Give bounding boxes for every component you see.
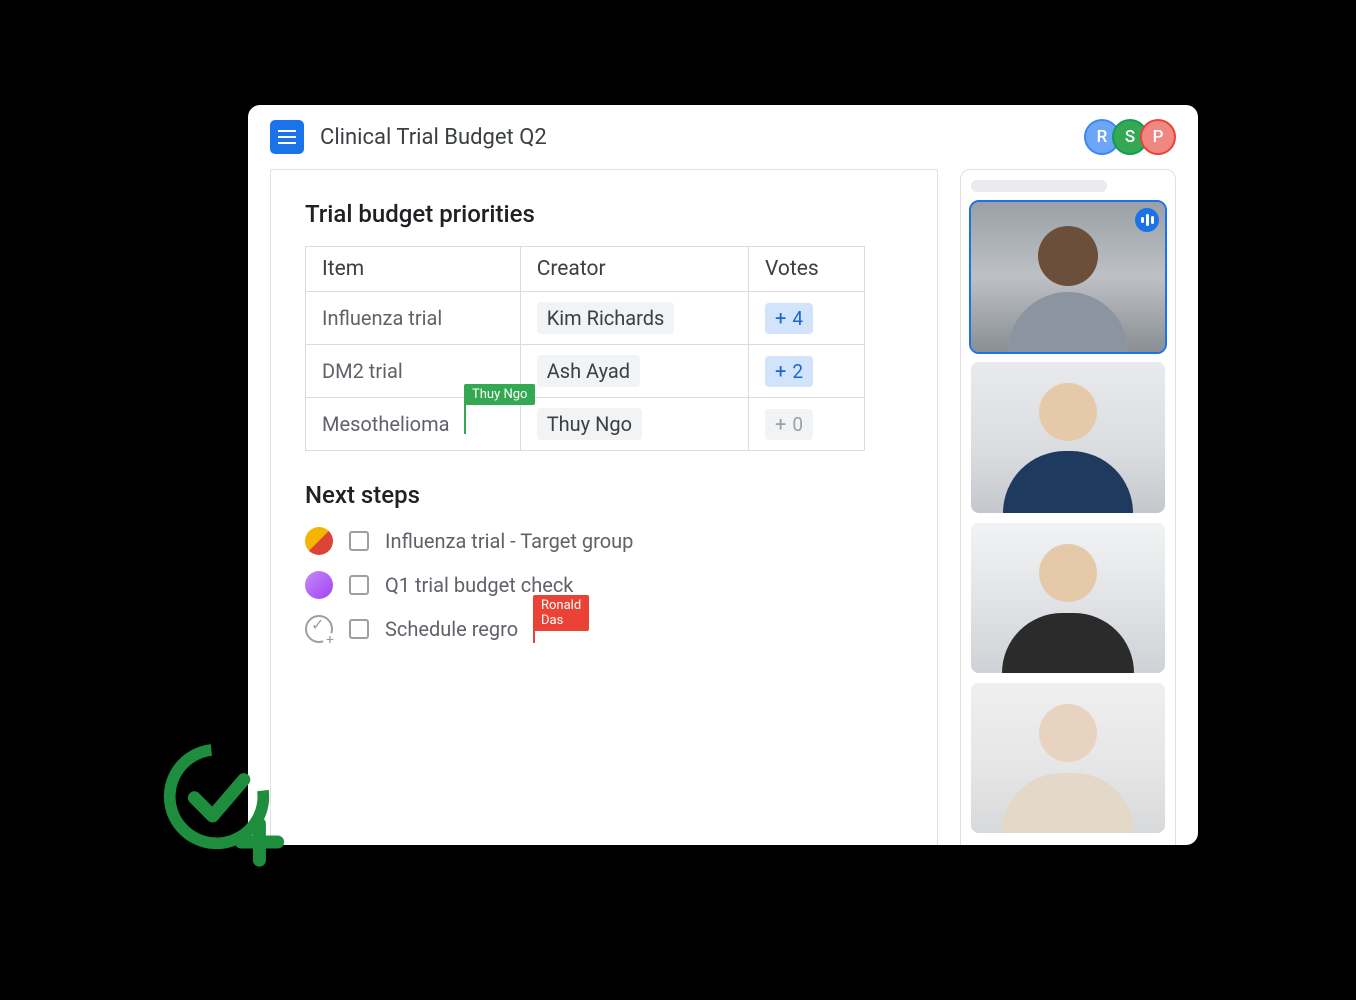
item-cell[interactable]: Mesothelioma [322,412,450,436]
checklist-label[interactable]: Influenza trial - Target group [385,529,633,553]
table-row: DM2 trial Ash Ayad +2 [306,345,865,398]
checklist-item: Influenza trial - Target group [305,519,911,563]
checklist-item: Schedule regro Ronald Das [305,607,911,651]
video-tile[interactable] [971,523,1165,673]
assignee-avatar[interactable] [305,571,333,599]
table-row: Influenza trial Kim Richards +4 [306,292,865,345]
vote-chip[interactable]: +0 [765,409,813,440]
creator-chip[interactable]: Ash Ayad [537,355,640,387]
vote-count: 2 [792,360,803,383]
col-creator: Creator [520,247,748,292]
col-votes: Votes [748,247,864,292]
checklist-label[interactable]: Q1 trial budget check [385,573,573,597]
collaborator-cursor-flag: Ronald Das [533,595,589,631]
table-row: Mesothelioma Thuy Ngo Thuy Ngo +0 [306,398,865,451]
video-tile[interactable] [971,202,1165,352]
header: Clinical Trial Budget Q2 R S P [248,105,1198,169]
plus-icon: + [775,361,786,381]
checkbox[interactable] [349,575,369,595]
checkbox[interactable] [349,619,369,639]
plus-icon: + [775,414,786,434]
creator-chip[interactable]: Kim Richards [537,302,675,334]
vote-count: 0 [792,413,803,436]
document-title[interactable]: Clinical Trial Budget Q2 [320,125,1076,150]
priorities-heading: Trial budget priorities [305,200,911,228]
priorities-table: Item Creator Votes Influenza trial Kim R… [305,246,865,451]
col-item: Item [306,247,521,292]
meet-header-placeholder [971,180,1107,192]
next-steps-heading: Next steps [305,481,911,509]
add-task-icon[interactable] [305,615,333,643]
body: Trial budget priorities Item Creator Vot… [248,169,1198,845]
meet-controls [971,843,1165,845]
checklist-label[interactable]: Schedule regro [385,617,518,641]
collaborator-cursor-flag: Thuy Ngo [464,384,535,405]
meet-panel [960,169,1176,845]
assignee-avatar-group[interactable] [305,527,333,555]
checklist-item: Q1 trial budget check [305,563,911,607]
vote-chip[interactable]: +2 [765,356,813,387]
check-add-decorative-icon [158,738,288,868]
app-window: Clinical Trial Budget Q2 R S P Trial bud… [248,105,1198,845]
video-tile[interactable] [971,683,1165,833]
document-page[interactable]: Trial budget priorities Item Creator Vot… [270,169,938,845]
vote-chip[interactable]: +4 [765,303,813,334]
item-cell[interactable]: Influenza trial [306,292,521,345]
vote-count: 4 [792,307,803,330]
next-steps-section: Next steps Influenza trial - Target grou… [305,481,911,651]
plus-icon: + [775,308,786,328]
speaking-indicator-icon [1135,208,1159,232]
video-tile[interactable] [971,362,1165,512]
creator-chip[interactable]: Thuy Ngo [537,408,642,440]
checkbox[interactable] [349,531,369,551]
collaborator-cursor-line [464,404,466,434]
collaborator-avatar-p[interactable]: P [1140,119,1176,155]
docs-icon[interactable] [270,120,304,154]
collaborator-avatars: R S P [1092,119,1176,155]
